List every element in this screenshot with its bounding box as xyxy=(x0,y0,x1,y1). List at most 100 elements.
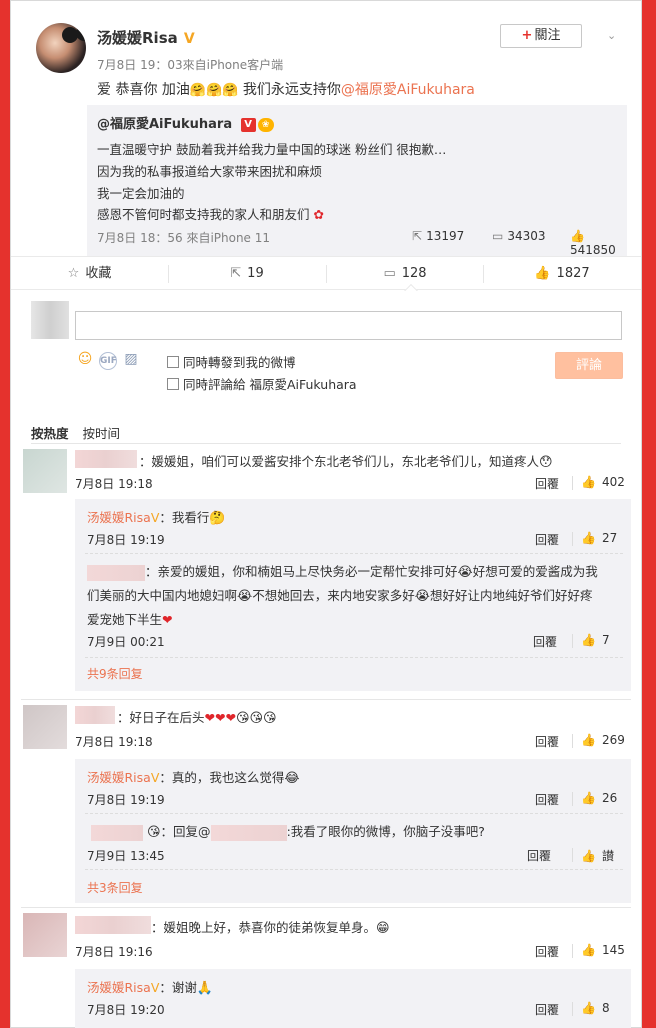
comment-icon: ▭ xyxy=(383,266,396,281)
post-text-suffix: 我们永远支持你 xyxy=(242,82,341,98)
commenter-name-blurred[interactable] xyxy=(75,916,151,934)
more-replies-link[interactable]: 共3条回复 xyxy=(87,879,143,896)
reply-body: ：亲爱的媛姐，你和楠姐马上尽快务必一定帮忙安排可好 xyxy=(145,564,458,579)
reply-like-count: 26 xyxy=(601,791,618,805)
commenter-name-blurred[interactable] xyxy=(75,450,137,468)
reply-author[interactable]: 汤媛媛Risa xyxy=(87,510,151,525)
post-card: 汤媛媛Risa V 7月8日 19：03來自iPhone客户端 + 關注 ⌄ 爱 恭… xyxy=(11,1,641,257)
reply-button[interactable]: 回覆 xyxy=(535,1001,559,1018)
divider xyxy=(572,848,573,862)
reply-like[interactable]: 👍 讃 xyxy=(581,847,614,864)
thumbs-up-icon: 👍 xyxy=(581,791,596,805)
reply-button[interactable]: 回覆 xyxy=(535,943,559,960)
comment-like[interactable]: 👍 402 xyxy=(581,475,625,489)
reply-button[interactable]: 回覆 xyxy=(535,475,559,492)
reply-author[interactable]: 汤媛媛Risa xyxy=(87,980,151,995)
comment-like[interactable]: 👍 145 xyxy=(581,943,625,957)
reply-author[interactable]: 汤媛媛Risa xyxy=(87,770,151,785)
commenter-name-blurred[interactable] xyxy=(75,706,115,724)
repost-box: @福原愛AiFukuhara V ❀ 一直温暖守护 鼓励着我并给我力量中国的球迷 … xyxy=(87,105,627,257)
repost-line-last: 感恩不管何时都支持我的家人和朋友们 ✿ xyxy=(97,204,324,223)
reply-time: 7月8日 19:19 xyxy=(87,793,165,807)
repost-count: 19 xyxy=(247,266,264,281)
repost-author[interactable]: @福原愛AiFukuhara xyxy=(97,117,232,132)
comment-button[interactable]: ▭ 128 xyxy=(326,265,483,283)
verified-icon: V xyxy=(183,31,195,47)
author-name[interactable]: 汤媛媛Risa xyxy=(97,29,178,47)
like-count: 1827 xyxy=(556,266,590,281)
thumbs-up-icon: 👍 xyxy=(581,943,596,957)
flower-icon: ✿ xyxy=(309,207,324,222)
comment-to-checkbox[interactable]: 同時評論給 福原愛AiFukuhara xyxy=(167,374,357,393)
comment-like-count: 402 xyxy=(601,475,625,489)
repost-button[interactable]: ⇱ 19 xyxy=(168,265,325,283)
post-text: 爱 恭喜你 加油🤗🤗🤗 我们永远支持你@福原愛AiFukuhara xyxy=(97,79,475,99)
crying-emoji-icon: 😭 xyxy=(414,589,430,604)
comment-input[interactable] xyxy=(75,311,622,340)
verified-icon: V xyxy=(240,117,256,132)
repost-comment-value: 34303 xyxy=(507,229,546,243)
repost-line: 我一定会加油的 xyxy=(97,186,185,201)
repost-checkbox[interactable]: 同時轉發到我的微博 xyxy=(167,352,296,371)
reply-author-blurred[interactable] xyxy=(91,824,143,841)
comment-text: ：媛媛姐，咱们可以爱酱安排个东北老爷们儿，东北老爷们儿，知道疼人😯 xyxy=(139,451,553,470)
divider xyxy=(572,476,573,490)
reply-button[interactable]: 回覆 xyxy=(533,633,557,650)
sort-time-tab[interactable]: 按时间 xyxy=(83,426,121,441)
author-avatar[interactable] xyxy=(36,23,86,73)
reply-text: 们美丽的大中国内地媳妇啊😭不想她回去，来内地安家多好😭想好好让内地纯好爷们好好疼 xyxy=(87,585,592,604)
favorite-button[interactable]: ☆ 收藏 xyxy=(11,257,168,291)
repost-like-value: 541850 xyxy=(570,243,616,257)
sort-hot-tab[interactable]: 按热度 xyxy=(31,426,69,441)
reply-button[interactable]: 回覆 xyxy=(535,531,559,548)
commenter-avatar[interactable] xyxy=(23,449,67,493)
repost-comment-count[interactable]: ▭ 34303 xyxy=(492,229,546,243)
repost-checkbox-label: 同時轉發到我的微博 xyxy=(183,355,296,370)
emoji-icon[interactable]: ☺ xyxy=(75,349,95,369)
crying-emoji-icon: 😭 xyxy=(237,589,253,604)
author-name-row: 汤媛媛Risa V xyxy=(97,27,197,48)
image-icon[interactable]: ▨ xyxy=(121,349,141,369)
reply-like[interactable]: 👍 26 xyxy=(581,791,617,805)
thumbs-up-icon: 👍 xyxy=(581,475,596,489)
divider xyxy=(31,443,621,444)
checkbox-icon[interactable] xyxy=(167,378,179,390)
mention-link[interactable]: @福原愛AiFukuhara xyxy=(341,82,475,98)
repost-like-count[interactable]: 👍541850 xyxy=(570,229,627,257)
reply-text: 汤媛媛RisaV：真的，我也这么觉得😂 xyxy=(87,767,300,786)
comment-body: ：好日子在后头 xyxy=(117,710,205,725)
comment-like[interactable]: 👍 269 xyxy=(581,733,625,747)
submit-comment-button[interactable]: 評論 xyxy=(555,352,623,379)
divider xyxy=(572,1002,573,1016)
repost-forward-count[interactable]: ⇱ 13197 xyxy=(412,229,464,243)
reply-like[interactable]: 👍 8 xyxy=(581,1001,610,1015)
reply-button[interactable]: 回覆 xyxy=(527,847,551,864)
commenter-avatar[interactable] xyxy=(23,705,67,749)
surprised-emoji-icon: 😯 xyxy=(539,455,553,470)
repost-line: 一直温暖守护 鼓励着我并给我力量中国的球迷 粉丝们 很抱歉… xyxy=(97,142,447,157)
share-icon: ⇱ xyxy=(412,229,423,243)
follow-label: 關注 xyxy=(534,28,561,43)
kiss-emoji-icon: 😘😘😘 xyxy=(235,711,277,726)
reply-author-blurred[interactable] xyxy=(87,564,145,581)
reply-button[interactable]: 回覆 xyxy=(535,791,559,808)
gif-icon[interactable]: GIF xyxy=(99,352,117,370)
reply-body: ：我看行 xyxy=(159,510,210,525)
share-icon: ⇱ xyxy=(230,266,242,281)
checkbox-icon[interactable] xyxy=(167,356,179,368)
reply-like-count: 8 xyxy=(601,1001,610,1015)
more-replies-link[interactable]: 共9条回复 xyxy=(87,665,143,682)
chevron-down-icon[interactable]: ⌄ xyxy=(607,29,619,42)
reply-button[interactable]: 回覆 xyxy=(535,733,559,750)
reply-text: ：亲爱的媛姐，你和楠姐马上尽快务必一定帮忙安排可好😭好想可爱的爱酱成为我 xyxy=(87,561,598,581)
repost-forward-value: 13197 xyxy=(426,229,465,243)
like-button[interactable]: 👍 1827 xyxy=(483,265,640,283)
commenter-avatar[interactable] xyxy=(23,913,67,957)
reply-like[interactable]: 👍 7 xyxy=(581,633,610,647)
mention-blurred[interactable] xyxy=(210,824,287,841)
divider xyxy=(85,869,623,870)
reply-body: ：谢谢 xyxy=(159,980,197,995)
follow-button[interactable]: + 關注 xyxy=(500,24,582,48)
reply-like[interactable]: 👍 27 xyxy=(581,531,617,545)
comment-text: ：好日子在后头❤❤❤😘😘😘 xyxy=(117,707,277,726)
